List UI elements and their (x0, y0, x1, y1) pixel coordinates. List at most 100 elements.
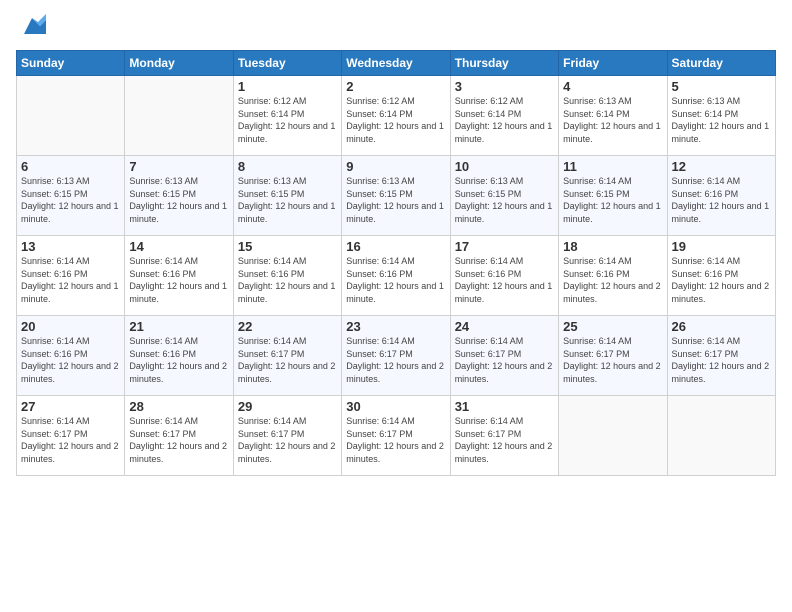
calendar-cell (559, 396, 667, 476)
calendar-cell: 26Sunrise: 6:14 AM Sunset: 6:17 PM Dayli… (667, 316, 775, 396)
calendar-cell: 16Sunrise: 6:14 AM Sunset: 6:16 PM Dayli… (342, 236, 450, 316)
calendar-cell: 12Sunrise: 6:14 AM Sunset: 6:16 PM Dayli… (667, 156, 775, 236)
day-header-wednesday: Wednesday (342, 51, 450, 76)
day-info: Sunrise: 6:14 AM Sunset: 6:16 PM Dayligh… (672, 255, 771, 305)
day-number: 2 (346, 79, 445, 94)
calendar-cell: 23Sunrise: 6:14 AM Sunset: 6:17 PM Dayli… (342, 316, 450, 396)
calendar-cell: 14Sunrise: 6:14 AM Sunset: 6:16 PM Dayli… (125, 236, 233, 316)
day-info: Sunrise: 6:14 AM Sunset: 6:16 PM Dayligh… (238, 255, 337, 305)
calendar-cell: 4Sunrise: 6:13 AM Sunset: 6:14 PM Daylig… (559, 76, 667, 156)
calendar-cell: 1Sunrise: 6:12 AM Sunset: 6:14 PM Daylig… (233, 76, 341, 156)
day-info: Sunrise: 6:14 AM Sunset: 6:17 PM Dayligh… (672, 335, 771, 385)
day-header-friday: Friday (559, 51, 667, 76)
day-number: 26 (672, 319, 771, 334)
day-number: 15 (238, 239, 337, 254)
day-number: 25 (563, 319, 662, 334)
calendar-cell: 9Sunrise: 6:13 AM Sunset: 6:15 PM Daylig… (342, 156, 450, 236)
calendar-cell: 17Sunrise: 6:14 AM Sunset: 6:16 PM Dayli… (450, 236, 558, 316)
day-info: Sunrise: 6:14 AM Sunset: 6:17 PM Dayligh… (238, 415, 337, 465)
calendar-cell: 22Sunrise: 6:14 AM Sunset: 6:17 PM Dayli… (233, 316, 341, 396)
day-info: Sunrise: 6:13 AM Sunset: 6:15 PM Dayligh… (238, 175, 337, 225)
calendar-week-row: 20Sunrise: 6:14 AM Sunset: 6:16 PM Dayli… (17, 316, 776, 396)
day-number: 11 (563, 159, 662, 174)
day-number: 24 (455, 319, 554, 334)
calendar-week-row: 27Sunrise: 6:14 AM Sunset: 6:17 PM Dayli… (17, 396, 776, 476)
calendar-cell: 13Sunrise: 6:14 AM Sunset: 6:16 PM Dayli… (17, 236, 125, 316)
day-number: 23 (346, 319, 445, 334)
day-info: Sunrise: 6:14 AM Sunset: 6:16 PM Dayligh… (455, 255, 554, 305)
logo (16, 16, 46, 40)
day-info: Sunrise: 6:13 AM Sunset: 6:15 PM Dayligh… (129, 175, 228, 225)
page: SundayMondayTuesdayWednesdayThursdayFrid… (0, 0, 792, 612)
calendar-week-row: 13Sunrise: 6:14 AM Sunset: 6:16 PM Dayli… (17, 236, 776, 316)
day-number: 29 (238, 399, 337, 414)
calendar-cell: 25Sunrise: 6:14 AM Sunset: 6:17 PM Dayli… (559, 316, 667, 396)
day-number: 12 (672, 159, 771, 174)
calendar-cell (667, 396, 775, 476)
calendar-cell: 28Sunrise: 6:14 AM Sunset: 6:17 PM Dayli… (125, 396, 233, 476)
day-info: Sunrise: 6:14 AM Sunset: 6:16 PM Dayligh… (563, 255, 662, 305)
day-info: Sunrise: 6:14 AM Sunset: 6:17 PM Dayligh… (563, 335, 662, 385)
day-number: 31 (455, 399, 554, 414)
calendar-cell: 6Sunrise: 6:13 AM Sunset: 6:15 PM Daylig… (17, 156, 125, 236)
day-info: Sunrise: 6:14 AM Sunset: 6:17 PM Dayligh… (455, 335, 554, 385)
day-info: Sunrise: 6:14 AM Sunset: 6:16 PM Dayligh… (129, 335, 228, 385)
calendar-cell: 11Sunrise: 6:14 AM Sunset: 6:15 PM Dayli… (559, 156, 667, 236)
day-number: 21 (129, 319, 228, 334)
day-info: Sunrise: 6:13 AM Sunset: 6:14 PM Dayligh… (672, 95, 771, 145)
day-number: 5 (672, 79, 771, 94)
logo-icon (18, 12, 46, 40)
day-info: Sunrise: 6:13 AM Sunset: 6:14 PM Dayligh… (563, 95, 662, 145)
calendar-cell: 10Sunrise: 6:13 AM Sunset: 6:15 PM Dayli… (450, 156, 558, 236)
day-number: 10 (455, 159, 554, 174)
calendar-cell: 30Sunrise: 6:14 AM Sunset: 6:17 PM Dayli… (342, 396, 450, 476)
calendar-cell: 7Sunrise: 6:13 AM Sunset: 6:15 PM Daylig… (125, 156, 233, 236)
day-number: 30 (346, 399, 445, 414)
day-info: Sunrise: 6:14 AM Sunset: 6:16 PM Dayligh… (21, 335, 120, 385)
calendar: SundayMondayTuesdayWednesdayThursdayFrid… (16, 50, 776, 476)
calendar-cell: 5Sunrise: 6:13 AM Sunset: 6:14 PM Daylig… (667, 76, 775, 156)
day-info: Sunrise: 6:14 AM Sunset: 6:16 PM Dayligh… (672, 175, 771, 225)
calendar-week-row: 6Sunrise: 6:13 AM Sunset: 6:15 PM Daylig… (17, 156, 776, 236)
day-number: 22 (238, 319, 337, 334)
header (16, 16, 776, 40)
day-info: Sunrise: 6:14 AM Sunset: 6:17 PM Dayligh… (238, 335, 337, 385)
day-number: 3 (455, 79, 554, 94)
day-number: 19 (672, 239, 771, 254)
day-number: 18 (563, 239, 662, 254)
day-number: 9 (346, 159, 445, 174)
calendar-cell: 2Sunrise: 6:12 AM Sunset: 6:14 PM Daylig… (342, 76, 450, 156)
day-header-thursday: Thursday (450, 51, 558, 76)
day-number: 6 (21, 159, 120, 174)
day-info: Sunrise: 6:13 AM Sunset: 6:15 PM Dayligh… (455, 175, 554, 225)
calendar-cell (17, 76, 125, 156)
day-info: Sunrise: 6:14 AM Sunset: 6:17 PM Dayligh… (346, 415, 445, 465)
day-info: Sunrise: 6:13 AM Sunset: 6:15 PM Dayligh… (21, 175, 120, 225)
day-info: Sunrise: 6:12 AM Sunset: 6:14 PM Dayligh… (238, 95, 337, 145)
day-info: Sunrise: 6:12 AM Sunset: 6:14 PM Dayligh… (455, 95, 554, 145)
day-info: Sunrise: 6:14 AM Sunset: 6:16 PM Dayligh… (21, 255, 120, 305)
calendar-cell: 19Sunrise: 6:14 AM Sunset: 6:16 PM Dayli… (667, 236, 775, 316)
day-number: 1 (238, 79, 337, 94)
calendar-cell (125, 76, 233, 156)
day-header-sunday: Sunday (17, 51, 125, 76)
calendar-cell: 3Sunrise: 6:12 AM Sunset: 6:14 PM Daylig… (450, 76, 558, 156)
day-info: Sunrise: 6:14 AM Sunset: 6:16 PM Dayligh… (129, 255, 228, 305)
calendar-cell: 29Sunrise: 6:14 AM Sunset: 6:17 PM Dayli… (233, 396, 341, 476)
day-number: 13 (21, 239, 120, 254)
day-number: 20 (21, 319, 120, 334)
day-number: 4 (563, 79, 662, 94)
day-number: 17 (455, 239, 554, 254)
calendar-cell: 18Sunrise: 6:14 AM Sunset: 6:16 PM Dayli… (559, 236, 667, 316)
day-header-saturday: Saturday (667, 51, 775, 76)
day-number: 16 (346, 239, 445, 254)
calendar-cell: 8Sunrise: 6:13 AM Sunset: 6:15 PM Daylig… (233, 156, 341, 236)
day-number: 8 (238, 159, 337, 174)
calendar-week-row: 1Sunrise: 6:12 AM Sunset: 6:14 PM Daylig… (17, 76, 776, 156)
day-number: 14 (129, 239, 228, 254)
day-number: 28 (129, 399, 228, 414)
calendar-cell: 20Sunrise: 6:14 AM Sunset: 6:16 PM Dayli… (17, 316, 125, 396)
day-info: Sunrise: 6:14 AM Sunset: 6:16 PM Dayligh… (346, 255, 445, 305)
day-info: Sunrise: 6:12 AM Sunset: 6:14 PM Dayligh… (346, 95, 445, 145)
calendar-cell: 21Sunrise: 6:14 AM Sunset: 6:16 PM Dayli… (125, 316, 233, 396)
